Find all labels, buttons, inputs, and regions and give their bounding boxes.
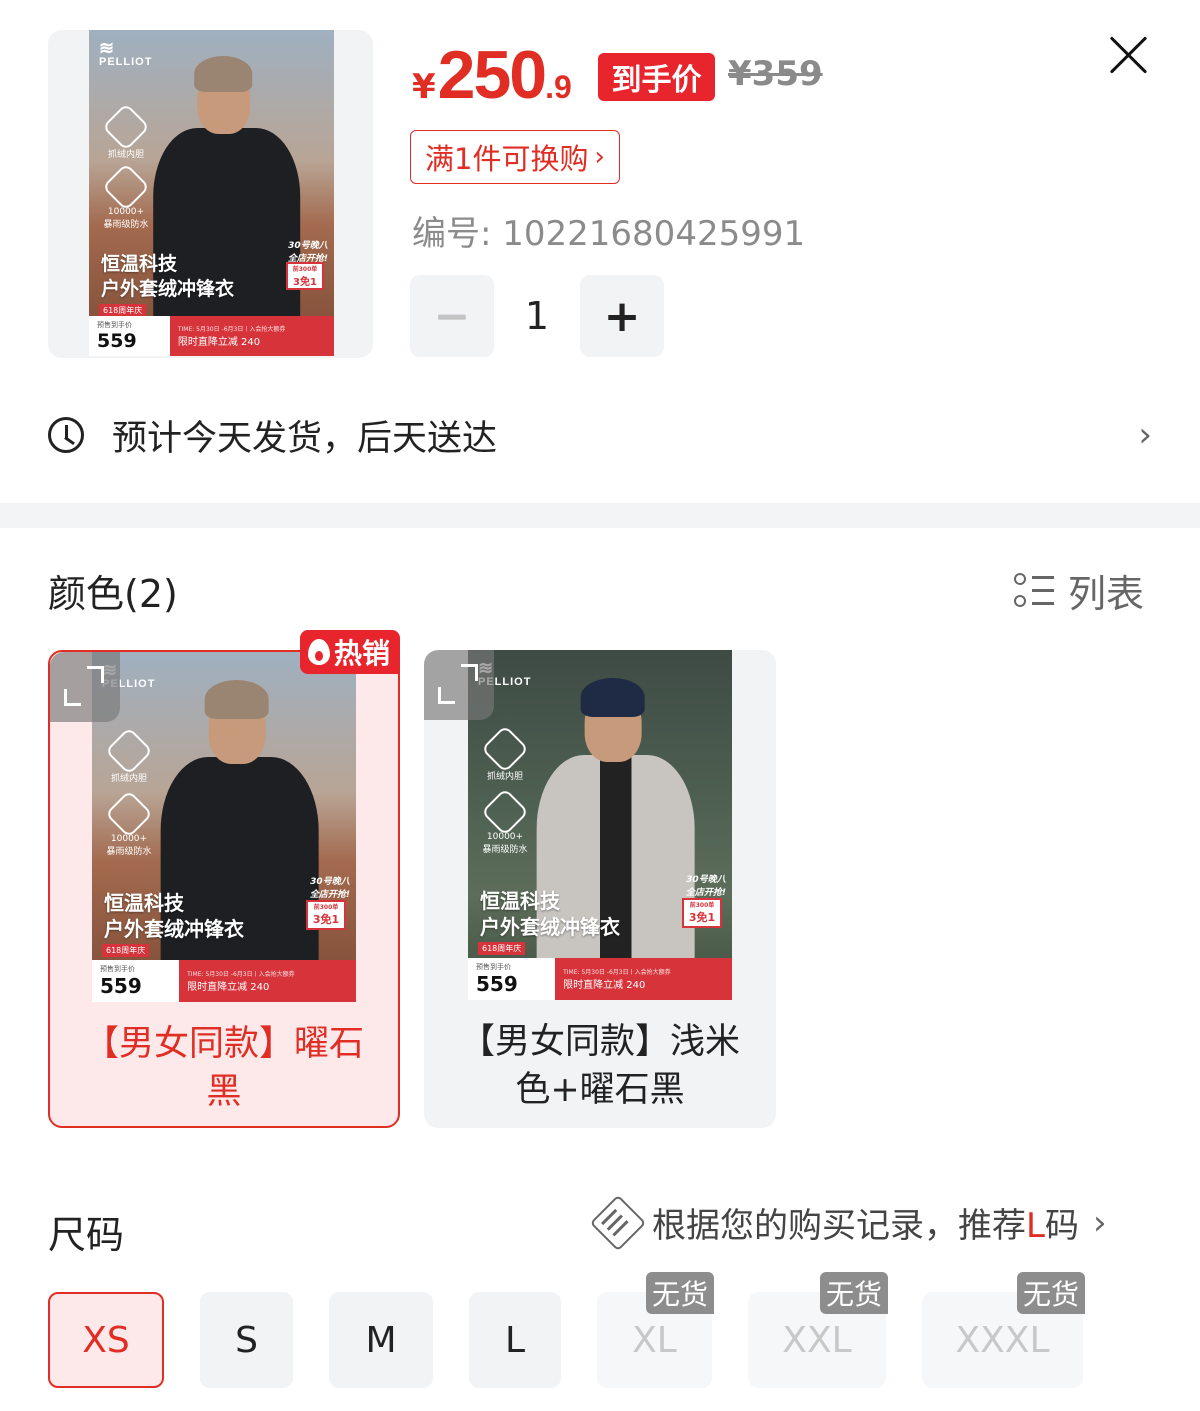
waterproof-feature-icon: 10000+ 暴雨级防水 [104,789,154,857]
flame-icon [307,639,330,665]
event-badge: 前300单 3免1 [286,262,324,290]
color-option-obsidian-black[interactable]: 热销 ≋PELLIOT 抓绒内胆 10000+暴雨级防水 30号晚八全店开抢! … [48,630,400,1128]
fleece-feature-icon: 抓绒内胆 [104,726,154,784]
brand-logo: ≋ PELLIOT [99,38,153,68]
size-option-xxxl[interactable]: XXXL 无货 [922,1272,1085,1388]
expand-icon[interactable] [424,650,494,720]
original-price: ¥359 [728,54,823,94]
decrease-quantity-button[interactable]: − [410,275,494,357]
sold-out-badge: 无货 [645,1272,714,1314]
size-option-xxl[interactable]: XXL 无货 [748,1272,888,1388]
thumbnail-promo-bar: 预售到手价 559 TIME: 5月30日 -6月3日丨入会抢大额券 限时直降立减 … [89,316,334,356]
close-icon[interactable] [1104,30,1152,78]
chevron-right-icon: › [1092,1202,1107,1243]
model-figure [152,56,300,356]
event-tagline: 30号晚八 全店开抢! [287,241,328,264]
list-view-label: 列表 [1068,572,1145,616]
ruler-icon [589,1194,647,1251]
size-option-l[interactable]: L [469,1292,561,1388]
color-option-label: 【男女同款】曜石黑 [83,1024,364,1112]
product-thumbnail-image[interactable]: ≋ PELLIOT 抓绒内胆 10000+ 暴雨级防水 30号晚八 全店开抢! 前30… [89,30,334,356]
list-view-toggle[interactable]: 列表 [1014,563,1144,618]
size-recommendation-link[interactable]: 根据您的购买记录，推荐L码 › [589,1194,1107,1251]
final-price-tag: 到手价 [598,53,715,101]
chevron-right-icon: › [594,142,605,172]
swap-offer-button[interactable]: 满1件可换购 › [410,130,620,184]
size-option-xs[interactable]: XS [48,1292,164,1388]
swap-offer-label: 满1件可换购 [425,142,589,176]
sold-out-badge: 无货 [1016,1272,1085,1314]
product-sku: 编号: 10221680425991 [412,214,806,254]
size-option-m[interactable]: M [329,1292,433,1388]
waterproof-feature-icon: 10000+ 暴雨级防水 [101,162,151,230]
fleece-feature-icon: 抓绒内胆 [101,102,151,160]
current-price: ¥ 250 .9 [412,37,572,113]
list-icon [1014,571,1054,611]
size-section-title: 尺码 [48,1213,125,1257]
chevron-right-icon: › [1138,415,1152,455]
size-option-xl[interactable]: XL 无货 [597,1272,714,1388]
color-option-image: ≋PELLIOT 抓绒内胆 10000+暴雨级防水 30号晚八全店开抢! 前30… [468,650,732,1000]
shipping-estimate-text: 预计今天发货，后天送达 [112,418,498,459]
quantity-stepper: − 1 + [410,275,664,357]
thumbnail-headline: 恒温科技 户外套绒冲锋衣 [101,253,235,300]
shipping-estimate-row[interactable]: 预计今天发货，后天送达 › [48,405,1152,465]
color-option-label: 【男女同款】浅米色+曜石黑 [459,1022,740,1110]
color-option-beige-black[interactable]: ≋PELLIOT 抓绒内胆 10000+暴雨级防水 30号晚八全店开抢! 前30… [424,650,776,1128]
color-option-image: ≋PELLIOT 抓绒内胆 10000+暴雨级防水 30号晚八全店开抢! 前30… [92,652,356,1002]
expand-icon[interactable] [50,652,120,722]
sold-out-badge: 无货 [819,1272,888,1314]
size-option-s[interactable]: S [200,1292,293,1388]
quantity-value[interactable]: 1 [494,294,580,338]
waterproof-feature-icon: 10000+ 暴雨级防水 [480,787,530,855]
increase-quantity-button[interactable]: + [580,275,664,357]
hot-sale-badge: 热销 [299,630,400,674]
size-reco-text: 根据您的购买记录，推荐L码 [652,1206,1079,1246]
clock-icon [48,417,84,453]
section-divider [0,503,1200,528]
fleece-feature-icon: 抓绒内胆 [480,724,530,782]
color-section-title: 颜色(2) [48,572,178,616]
